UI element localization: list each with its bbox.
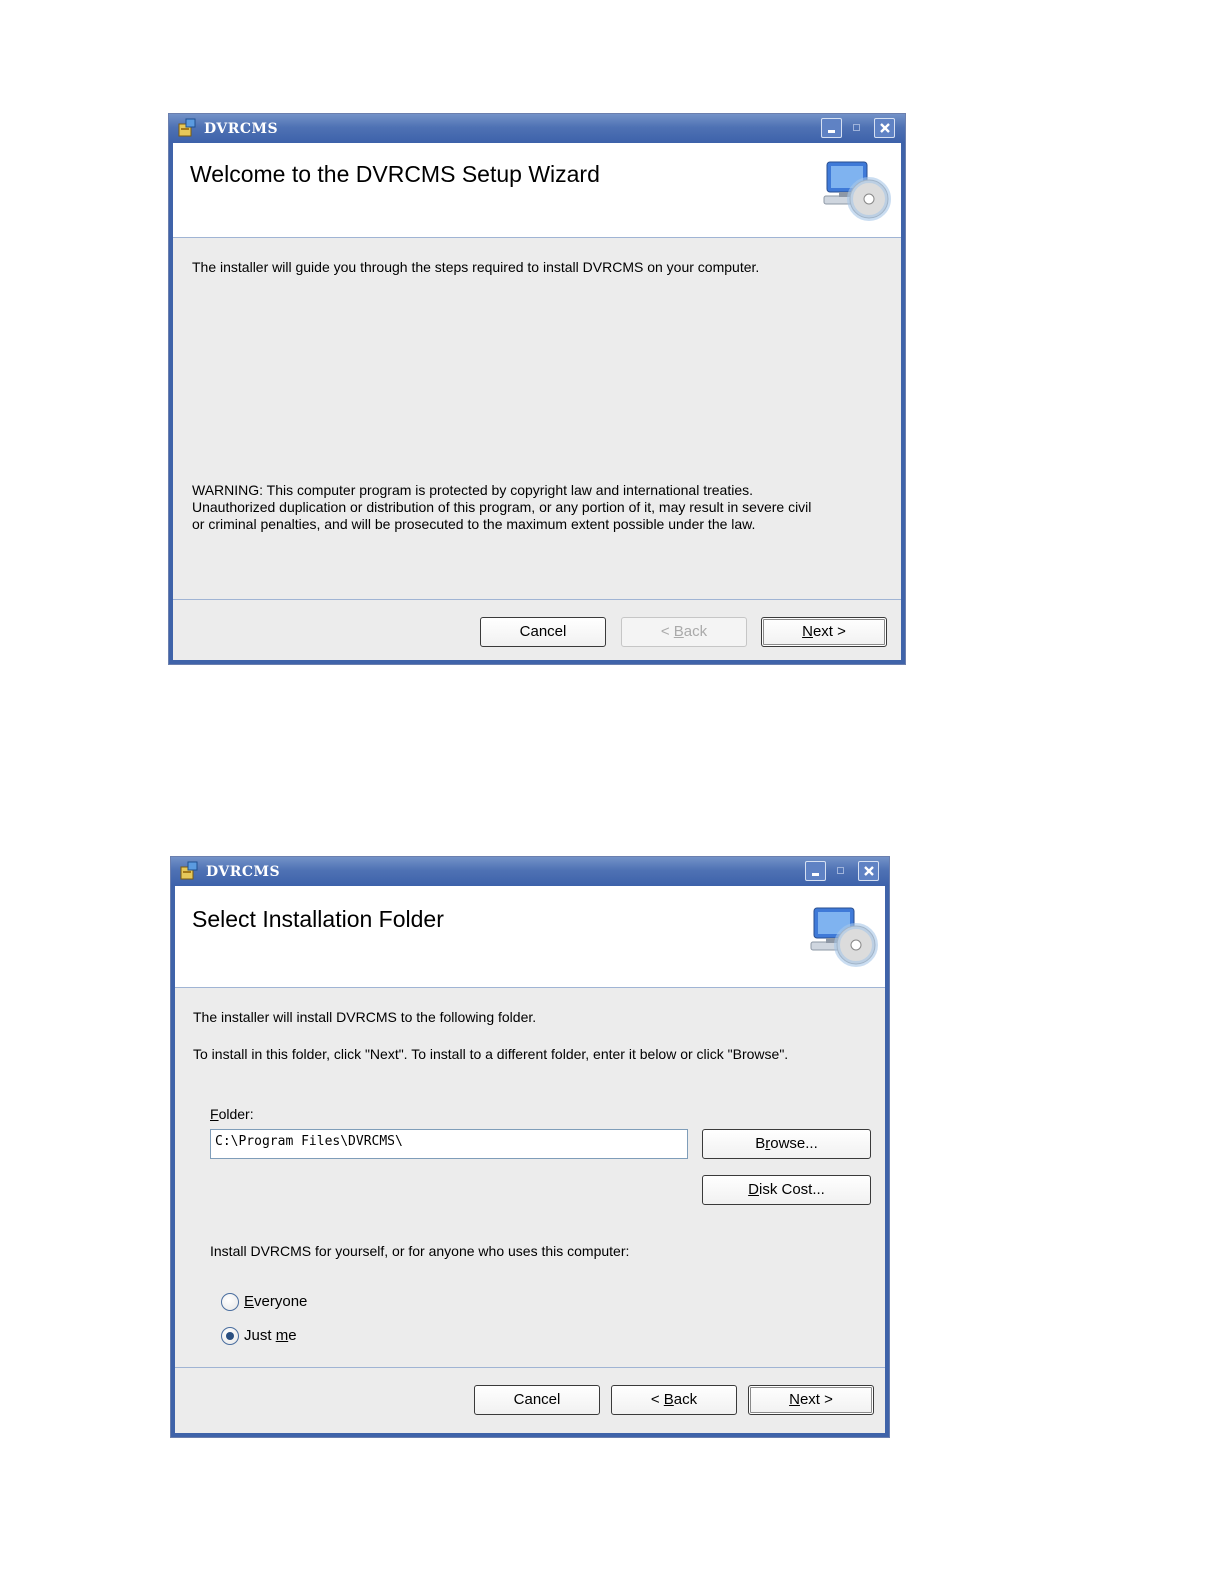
window-title: DVRCMS: [206, 864, 281, 880]
title-bar[interactable]: DVRCMS: [169, 114, 905, 143]
banner: Select Installation Folder: [175, 886, 885, 988]
page-title: Select Installation Folder: [192, 906, 444, 932]
just-me-radio-label[interactable]: Just me: [244, 1327, 297, 1344]
close-icon[interactable]: [858, 861, 879, 881]
cancel-button[interactable]: Cancel: [480, 617, 606, 647]
dialog-body: Select Installation Folder The installer…: [175, 886, 885, 1433]
maximize-icon: [831, 861, 852, 881]
maximize-icon: [847, 118, 868, 138]
next-button[interactable]: Next >: [761, 617, 887, 647]
just-me-radio[interactable]: [221, 1327, 239, 1345]
cancel-button[interactable]: Cancel: [474, 1385, 600, 1415]
setup-wizard-folder-window: DVRCMS Select Installation Folder The in…: [170, 856, 890, 1438]
minimize-icon[interactable]: [805, 861, 826, 881]
close-icon[interactable]: [874, 118, 895, 138]
computer-with-cd-icon: [823, 161, 891, 221]
browse-button[interactable]: Browse...: [702, 1129, 871, 1159]
instructions-text: To install in this folder, click "Next".…: [193, 1046, 789, 1062]
everyone-radio-label[interactable]: Everyone: [244, 1293, 307, 1310]
window-title: DVRCMS: [204, 121, 279, 137]
back-button[interactable]: < Back: [611, 1385, 737, 1415]
folder-path-input[interactable]: C:\Program Files\DVRCMS\: [210, 1129, 688, 1159]
title-bar[interactable]: DVRCMS: [171, 857, 889, 886]
dialog-body: Welcome to the DVRCMS Setup Wizard The i…: [173, 143, 901, 660]
everyone-radio[interactable]: [221, 1293, 239, 1311]
back-button[interactable]: < Back: [621, 617, 747, 647]
footer-separator: [175, 1367, 885, 1368]
folder-label: Folder:: [210, 1106, 254, 1122]
warning-text-line-3: or criminal penalties, and will be prose…: [192, 516, 756, 532]
installer-package-icon: [180, 861, 198, 880]
setup-wizard-welcome-window: DVRCMS Welcome to the DVRCMS Setup Wizar…: [168, 113, 906, 665]
disk-cost-button[interactable]: Disk Cost...: [702, 1175, 871, 1205]
warning-text-line-2: Unauthorized duplication or distribution…: [192, 499, 812, 515]
computer-with-cd-icon: [810, 907, 878, 967]
installer-package-icon: [178, 118, 196, 137]
warning-text-line-1: WARNING: This computer program is protec…: [192, 482, 754, 498]
banner: Welcome to the DVRCMS Setup Wizard: [173, 143, 901, 238]
minimize-icon[interactable]: [821, 118, 842, 138]
install-location-text: The installer will install DVRCMS to the…: [193, 1009, 537, 1025]
install-for-prompt: Install DVRCMS for yourself, or for anyo…: [210, 1243, 630, 1259]
next-button[interactable]: Next >: [748, 1385, 874, 1415]
page-title: Welcome to the DVRCMS Setup Wizard: [190, 161, 600, 187]
footer-separator: [173, 599, 901, 600]
intro-text: The installer will guide you through the…: [192, 259, 760, 275]
